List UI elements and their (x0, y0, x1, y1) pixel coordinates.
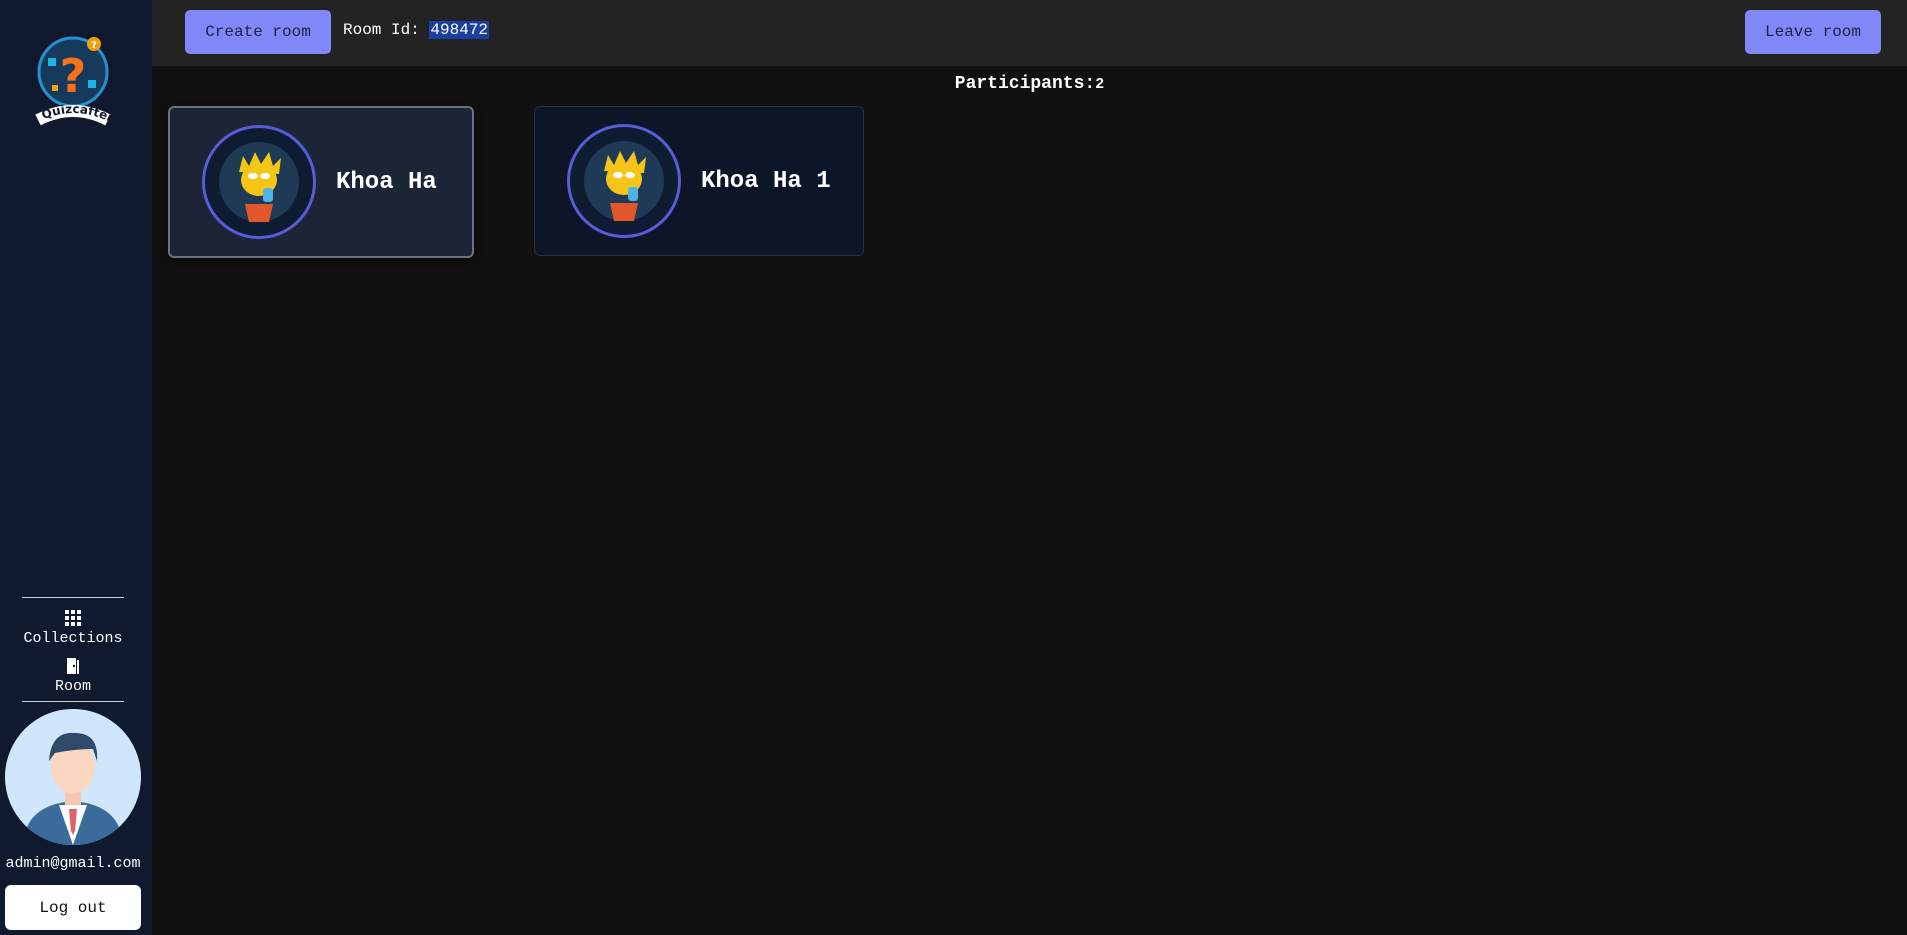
sidebar-item-label: Collections (23, 630, 123, 647)
svg-text:Quizcafters: Quizcafters (28, 30, 116, 125)
participant-card[interactable]: Khoa Ha 1 (534, 106, 864, 256)
participants-count: 2 (1095, 76, 1105, 93)
logo-text: Quizcafters (28, 30, 116, 125)
room-id-label: Room Id: (343, 21, 420, 39)
avatar[interactable] (5, 709, 141, 845)
room-id-value[interactable]: 498472 (429, 21, 490, 39)
nav-divider-bottom (22, 701, 124, 702)
participant-avatar (567, 124, 681, 238)
participant-card[interactable]: Khoa Ha (168, 106, 474, 258)
sidebar-item-collections[interactable]: Collections (0, 608, 146, 647)
nav-divider-top (22, 597, 124, 598)
participants-heading: Participants:2 (152, 74, 1907, 94)
sidebar-item-room[interactable]: Room (0, 656, 146, 695)
logout-button[interactable]: Log out (5, 885, 141, 930)
top-bar: Create room Room Id: 498472 Leave room (152, 0, 1907, 66)
participant-name: Khoa Ha 1 (701, 167, 831, 195)
participants-label: Participants: (954, 74, 1096, 94)
room-id: Room Id: 498472 (343, 21, 490, 39)
participant-name: Khoa Ha (336, 168, 437, 196)
user-email: admin@gmail.com (5, 855, 141, 872)
sidebar-item-label: Room (54, 678, 91, 695)
leave-room-button[interactable]: Leave room (1745, 10, 1881, 54)
create-room-button[interactable]: Create room (185, 10, 331, 54)
sidebar: ? ? Quizcafters Collections (0, 0, 152, 935)
participant-avatar (202, 125, 316, 239)
door-icon (63, 656, 83, 676)
grid-icon (63, 608, 83, 628)
quizcafters-logo[interactable]: ? ? Quizcafters (28, 30, 118, 134)
